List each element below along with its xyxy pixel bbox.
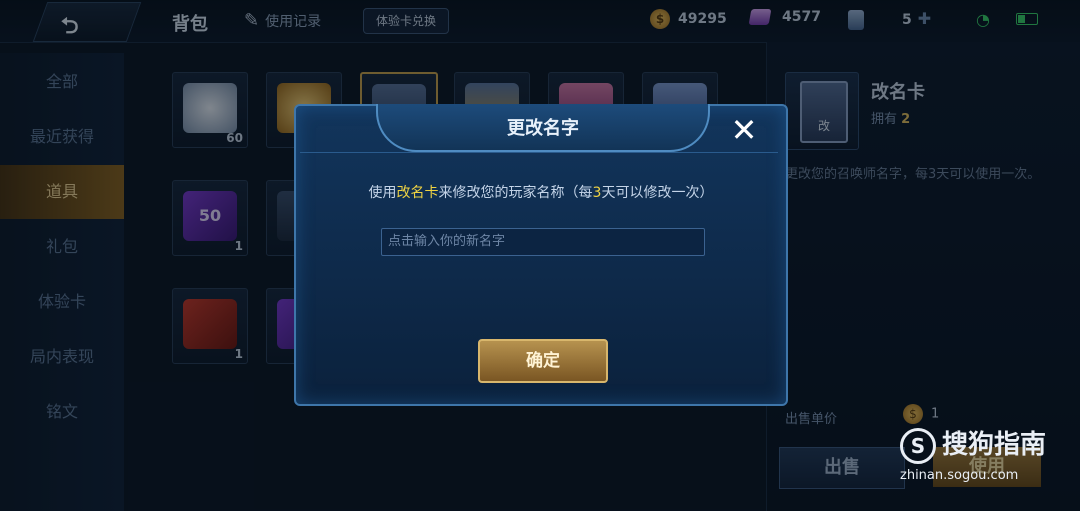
sogou-s-icon: S [900,428,936,464]
watermark-logo-text: 搜狗指南 [942,430,1047,460]
sogou-logo: S 搜狗指南 [900,424,1046,464]
msg-post: 天可以修改一次） [601,185,714,201]
dialog-header: 更改名字 [376,104,710,152]
new-name-input[interactable] [381,228,705,256]
msg-mid: 来修改您的玩家名称（每 [438,185,593,201]
dialog-title: 更改名字 [507,118,579,139]
watermark-url: zhinan.sogou.com [900,468,1019,483]
dialog-message: 使用改名卡来修改您的玩家名称（每3天可以修改一次） [296,182,786,202]
msg-item: 改名卡 [396,185,439,201]
rename-dialog: 更改名字 ✕ 使用改名卡来修改您的玩家名称（每3天可以修改一次） 确定 [294,104,788,406]
watermark: S 搜狗指南 zhinan.sogou.com [900,424,1046,483]
msg-pre: 使用 [368,185,397,201]
close-icon[interactable]: ✕ [724,110,764,150]
confirm-button[interactable]: 确定 [478,339,608,383]
divider [300,152,778,153]
